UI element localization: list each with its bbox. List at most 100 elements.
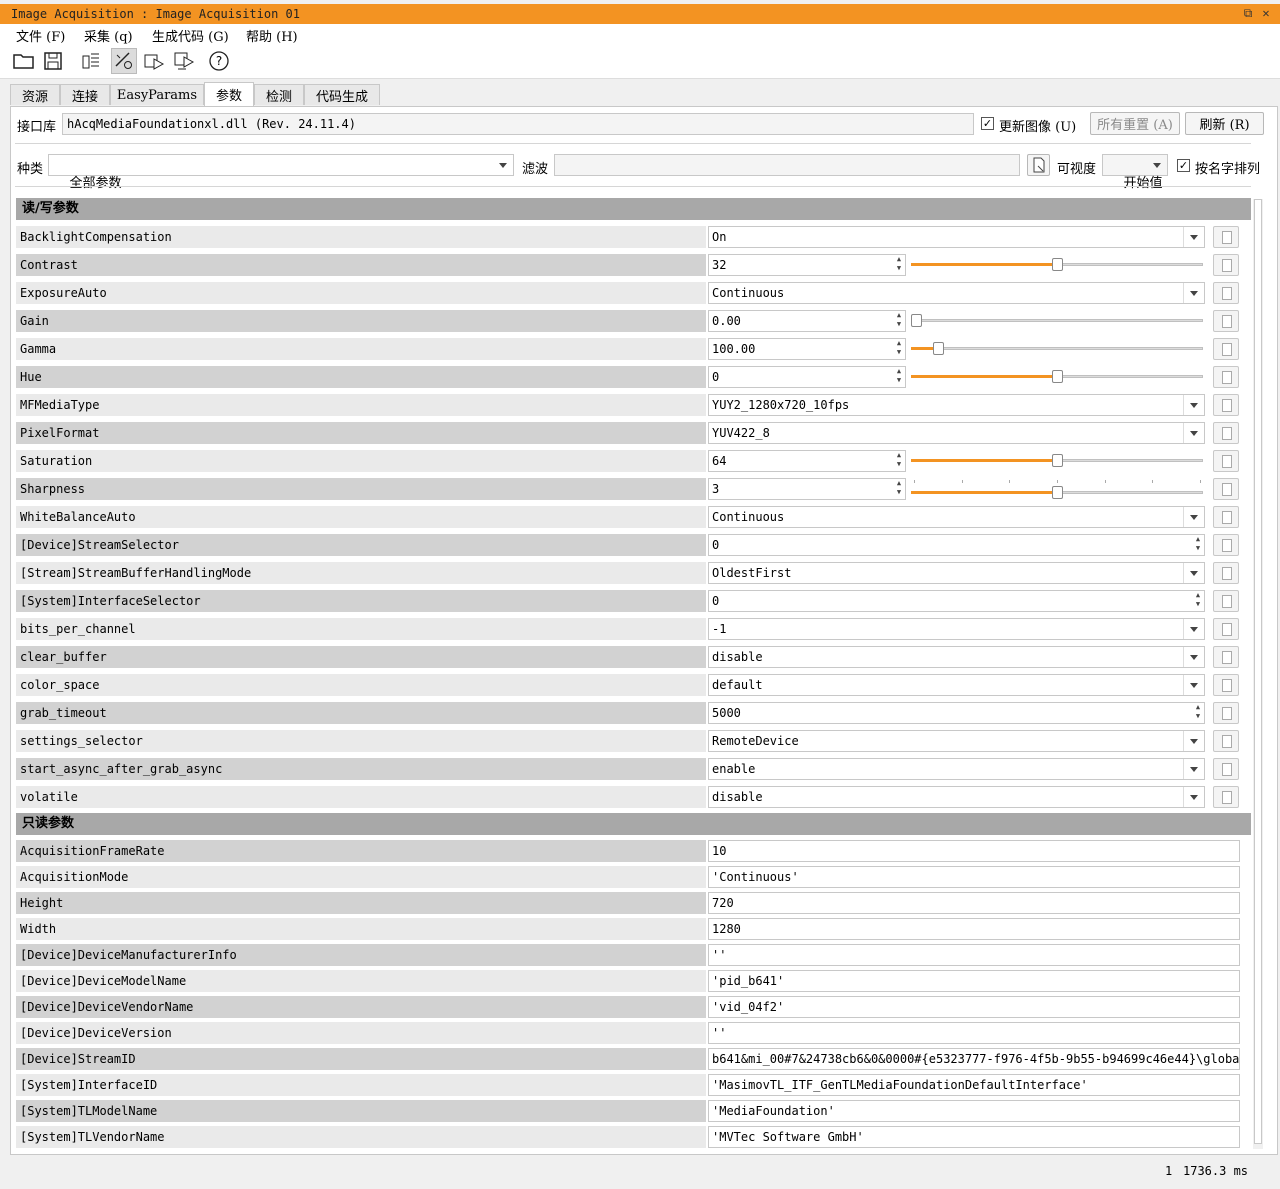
param-slider[interactable] bbox=[911, 454, 1203, 468]
slider-handle[interactable] bbox=[1052, 486, 1063, 499]
scrollbar[interactable] bbox=[1253, 199, 1263, 1149]
copy-value-icon[interactable] bbox=[1213, 646, 1239, 668]
copy-value-icon[interactable] bbox=[1213, 310, 1239, 332]
slider-handle[interactable] bbox=[1052, 454, 1063, 467]
spinner-arrows-icon[interactable]: ▲ ▼ bbox=[1192, 535, 1204, 555]
param-value-input[interactable]: 0 ▲ ▼ bbox=[708, 590, 1205, 612]
copy-value-icon[interactable] bbox=[1213, 450, 1239, 472]
param-value-input[interactable]: 5000 ▲ ▼ bbox=[708, 702, 1205, 724]
copy-value-icon[interactable] bbox=[1213, 590, 1239, 612]
copy-value-icon[interactable] bbox=[1213, 674, 1239, 696]
param-value-input[interactable]: 32 ▲ ▼ bbox=[708, 254, 906, 276]
copy-value-icon[interactable] bbox=[1213, 618, 1239, 640]
param-value-select[interactable]: YUV422_8 bbox=[708, 422, 1205, 444]
param-value-select[interactable]: RemoteDevice bbox=[708, 730, 1205, 752]
spinner-arrows-icon[interactable]: ▲ ▼ bbox=[1192, 703, 1204, 723]
copy-value-icon[interactable] bbox=[1213, 786, 1239, 808]
param-value-select[interactable]: Continuous bbox=[708, 506, 1205, 528]
close-icon[interactable]: ✕ bbox=[1259, 6, 1273, 21]
spinner-arrows-icon[interactable]: ▲ ▼ bbox=[893, 339, 905, 359]
filter-apply-icon[interactable] bbox=[1027, 154, 1050, 176]
list-icon[interactable] bbox=[78, 48, 104, 74]
save-icon[interactable] bbox=[40, 48, 66, 74]
copy-value-icon[interactable] bbox=[1213, 702, 1239, 724]
copy-value-icon[interactable] bbox=[1213, 366, 1239, 388]
copy-value-icon[interactable] bbox=[1213, 478, 1239, 500]
slider-handle[interactable] bbox=[933, 342, 944, 355]
copy-value-icon[interactable] bbox=[1213, 282, 1239, 304]
settings-tool-icon[interactable] bbox=[111, 48, 137, 74]
param-value-input[interactable]: 0 ▲ ▼ bbox=[708, 366, 906, 388]
param-slider[interactable] bbox=[911, 258, 1203, 272]
chevron-down-icon[interactable] bbox=[1183, 423, 1204, 443]
live-icon[interactable] bbox=[171, 48, 197, 74]
chevron-down-icon[interactable] bbox=[1183, 731, 1204, 751]
tab-detect[interactable]: 检测 bbox=[254, 84, 304, 105]
copy-value-icon[interactable] bbox=[1213, 534, 1239, 556]
param-value-select[interactable]: default bbox=[708, 674, 1205, 696]
grab-frame-icon[interactable] bbox=[141, 48, 167, 74]
visibility-select[interactable]: 开始值 bbox=[1102, 154, 1168, 191]
param-slider[interactable] bbox=[911, 314, 1203, 328]
copy-value-icon[interactable] bbox=[1213, 506, 1239, 528]
copy-value-icon[interactable] bbox=[1213, 730, 1239, 752]
chevron-down-icon[interactable] bbox=[1183, 647, 1204, 667]
menu-help[interactable]: 帮助 (H) bbox=[246, 26, 298, 45]
spinner-arrows-icon[interactable]: ▲ ▼ bbox=[893, 367, 905, 387]
param-value-input[interactable]: 3 ▲ ▼ bbox=[708, 478, 906, 500]
tab-easyparams[interactable]: EasyParams bbox=[110, 84, 204, 105]
spinner-arrows-icon[interactable]: ▲ ▼ bbox=[1192, 591, 1204, 611]
param-value-select[interactable]: enable bbox=[708, 758, 1205, 780]
param-value-input[interactable]: 64 ▲ ▼ bbox=[708, 450, 906, 472]
slider-handle[interactable] bbox=[911, 314, 922, 327]
copy-value-icon[interactable] bbox=[1213, 226, 1239, 248]
chevron-down-icon[interactable] bbox=[1183, 787, 1204, 807]
spinner-arrows-icon[interactable]: ▲ ▼ bbox=[893, 255, 905, 275]
tab-resources[interactable]: 资源 bbox=[10, 84, 60, 105]
param-value-select[interactable]: OldestFirst bbox=[708, 562, 1205, 584]
open-folder-icon[interactable] bbox=[11, 48, 37, 74]
spinner-arrows-icon[interactable]: ▲ ▼ bbox=[893, 479, 905, 499]
param-slider[interactable] bbox=[911, 370, 1203, 384]
update-image-checkbox[interactable]: ✓ bbox=[981, 117, 994, 130]
param-value-select[interactable]: Continuous bbox=[708, 282, 1205, 304]
tab-connection[interactable]: 连接 bbox=[60, 84, 110, 105]
copy-value-icon[interactable] bbox=[1213, 562, 1239, 584]
chevron-down-icon[interactable] bbox=[1183, 619, 1204, 639]
param-value-select[interactable]: On bbox=[708, 226, 1205, 248]
param-value-select[interactable]: disable bbox=[708, 646, 1205, 668]
chevron-down-icon[interactable] bbox=[1183, 283, 1204, 303]
spinner-arrows-icon[interactable]: ▲ ▼ bbox=[893, 311, 905, 331]
slider-handle[interactable] bbox=[1052, 370, 1063, 383]
param-value-select[interactable]: YUY2_1280x720_10fps bbox=[708, 394, 1205, 416]
copy-value-icon[interactable] bbox=[1213, 422, 1239, 444]
chevron-down-icon[interactable] bbox=[1183, 759, 1204, 779]
menu-acquire[interactable]: 采集 (q) bbox=[84, 26, 133, 45]
filter-input[interactable] bbox=[554, 154, 1020, 176]
chevron-down-icon[interactable] bbox=[1183, 227, 1204, 247]
chevron-down-icon[interactable] bbox=[1183, 507, 1204, 527]
spinner-arrows-icon[interactable]: ▲ ▼ bbox=[893, 451, 905, 471]
param-value-select[interactable]: disable bbox=[708, 786, 1205, 808]
copy-value-icon[interactable] bbox=[1213, 758, 1239, 780]
refresh-button[interactable]: 刷新 (R) bbox=[1185, 112, 1264, 135]
param-slider[interactable] bbox=[911, 342, 1203, 356]
chevron-down-icon[interactable] bbox=[1183, 675, 1204, 695]
help-icon[interactable]: ? bbox=[206, 48, 232, 74]
param-value-input[interactable]: 100.00 ▲ ▼ bbox=[708, 338, 906, 360]
slider-handle[interactable] bbox=[1052, 258, 1063, 271]
menu-generate-code[interactable]: 生成代码 (G) bbox=[152, 26, 229, 45]
category-select[interactable]: 全部参数 bbox=[48, 154, 514, 191]
chevron-down-icon[interactable] bbox=[1183, 563, 1204, 583]
tab-parameters[interactable]: 参数 bbox=[204, 82, 254, 106]
copy-value-icon[interactable] bbox=[1213, 254, 1239, 276]
param-value-input[interactable]: 0 ▲ ▼ bbox=[708, 534, 1205, 556]
param-slider[interactable] bbox=[911, 480, 1203, 500]
copy-value-icon[interactable] bbox=[1213, 394, 1239, 416]
param-value-select[interactable]: -1 bbox=[708, 618, 1205, 640]
restore-icon[interactable]: ⧉ bbox=[1241, 6, 1255, 21]
param-value-input[interactable]: 0.00 ▲ ▼ bbox=[708, 310, 906, 332]
chevron-down-icon[interactable] bbox=[1183, 395, 1204, 415]
menu-file[interactable]: 文件 (F) bbox=[16, 26, 65, 45]
reset-all-button[interactable]: 所有重置 (A) bbox=[1090, 112, 1180, 135]
